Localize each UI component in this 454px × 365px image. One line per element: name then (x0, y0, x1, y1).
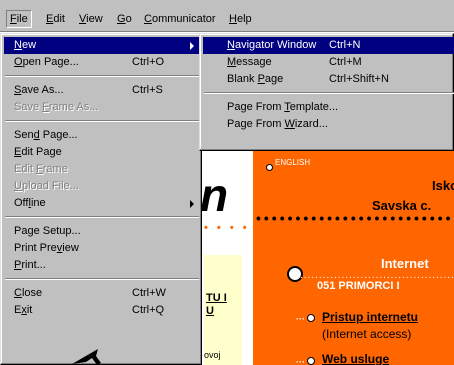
submenu-arrow-icon (190, 42, 194, 50)
menu-communicator[interactable]: Communicator (140, 12, 220, 26)
menu-item-edit-frame: Edit Frame (14, 163, 68, 175)
menu-item-new[interactable]: New (4, 37, 200, 54)
internet-access-link[interactable]: Pristup internetu (322, 310, 418, 324)
site-logo: n (200, 169, 229, 221)
left-link-1[interactable]: TU I (206, 292, 227, 304)
menu-view[interactable]: View (75, 12, 107, 26)
menu-item-open-page[interactable]: Open Page... Ctrl+O (4, 54, 200, 71)
dots-lead: ··· (296, 357, 305, 365)
address: Savska c. (372, 198, 432, 213)
left-link-2[interactable]: U (206, 305, 214, 317)
menu-file[interactable]: File (6, 10, 32, 28)
menu-edit[interactable]: Edit (42, 12, 69, 26)
dots-decoration: • • • • (204, 222, 250, 234)
menu-separator (5, 278, 199, 280)
menu-item-upload-file: Upload File... (14, 180, 79, 192)
submenu-arrow-icon (190, 200, 194, 208)
english-link[interactable]: ENGLISH (275, 158, 310, 167)
menu-item-navigator-window[interactable]: Navigator Window Ctrl+N (203, 37, 454, 54)
menu-item-message[interactable]: Message Ctrl+M (203, 54, 454, 71)
web-services-link[interactable]: Web usluge (322, 352, 389, 365)
left-text: ovoj (204, 350, 221, 360)
menu-separator (5, 120, 199, 122)
menu-item-save-frame-as: Save Frame As... (14, 101, 99, 113)
menu-go[interactable]: Go (113, 12, 136, 26)
menu-item-page-from-wizard[interactable]: Page From Wizard... (203, 116, 454, 133)
menu-item-page-from-template[interactable]: Page From Template... (203, 99, 454, 116)
menu-item-page-setup[interactable]: Page Setup... (4, 223, 200, 240)
shortcut-label: Ctrl+W (132, 287, 166, 299)
shortcut-label: Ctrl+O (132, 56, 165, 68)
shortcut-label: Ctrl+Q (132, 304, 165, 316)
bullet-icon (307, 357, 315, 365)
menu-separator (5, 75, 199, 77)
menu-item-exit[interactable]: Exit Ctrl+Q (4, 302, 200, 319)
menu-item-close[interactable]: Close Ctrl+W (4, 285, 200, 302)
phone-number: 051 PRIMORCI I (317, 280, 400, 292)
file-menu: New Open Page... Ctrl+O Save As... Ctrl+… (0, 33, 202, 365)
bullet-icon (307, 314, 315, 322)
menu-item-save-as[interactable]: Save As... Ctrl+S (4, 82, 200, 99)
menu-bar: File Edit View Go Communicator Help (0, 0, 454, 32)
menu-item-print-preview[interactable]: Print Preview (4, 240, 200, 257)
shortcut-label: Ctrl+S (132, 84, 163, 96)
internet-access-sub: (Internet access) (322, 327, 412, 341)
dots-lead: ··· (296, 314, 305, 324)
shortcut-label: Ctrl+M (329, 56, 362, 68)
internet-heading: Internet (381, 256, 429, 271)
shortcut-label: Ctrl+Shift+N (329, 73, 389, 85)
new-submenu: Navigator Window Ctrl+N Message Ctrl+M B… (199, 33, 454, 151)
bullet-icon (266, 164, 273, 171)
menu-item-send-page[interactable]: Send Page... (4, 127, 200, 144)
dotted-line: •••••••••••••••••••••••••••••• (256, 212, 454, 224)
dotted-line-2: ........................................… (300, 272, 454, 280)
company-name: Isko (432, 178, 454, 193)
menu-help[interactable]: Help (225, 12, 256, 26)
shortcut-label: Ctrl+N (329, 39, 361, 51)
menu-item-blank-page[interactable]: Blank Page Ctrl+Shift+N (203, 71, 454, 88)
mouse-cursor-icon (72, 349, 101, 365)
menu-item-print[interactable]: Print... (4, 257, 200, 274)
menu-item-offline[interactable]: Offline (4, 195, 200, 212)
menu-separator (204, 92, 454, 94)
menu-item-edit-page[interactable]: Edit Page (4, 144, 200, 161)
menu-separator (5, 216, 199, 218)
